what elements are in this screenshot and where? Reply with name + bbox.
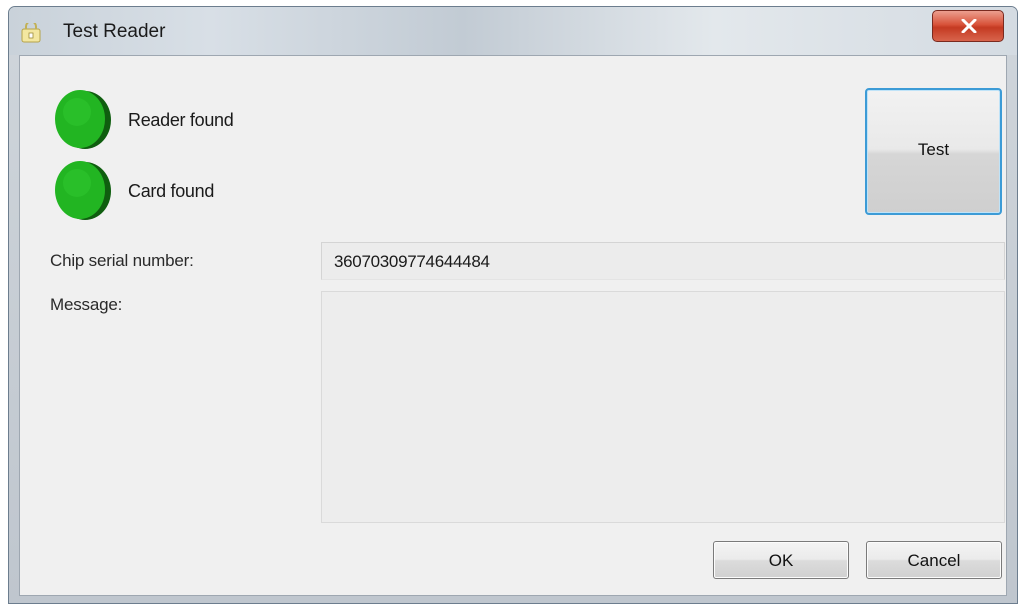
cancel-button[interactable]: Cancel — [866, 541, 1002, 579]
ok-button[interactable]: OK — [713, 541, 849, 579]
reader-status-label: Reader found — [128, 110, 234, 130]
chip-serial-field[interactable]: 36070309774644484 — [321, 242, 1005, 280]
test-button[interactable]: Test — [865, 88, 1002, 215]
test-reader-window: Test Reader Reader found Card found Test… — [8, 6, 1018, 604]
chip-serial-label: Chip serial number: — [50, 251, 194, 270]
message-label: Message: — [50, 295, 123, 314]
message-field[interactable] — [321, 291, 1005, 523]
window-title: Test Reader — [63, 21, 166, 42]
ok-button-label: OK — [768, 551, 794, 570]
close-icon — [961, 19, 977, 33]
test-button-label: Test — [917, 140, 950, 159]
reader-status-led-icon — [55, 90, 111, 149]
close-button[interactable] — [932, 10, 1004, 42]
chip-serial-value: 36070309774644484 — [334, 252, 490, 271]
app-icon — [21, 23, 41, 43]
dialog-body: Reader found Card found Test Chip serial… — [19, 55, 1007, 596]
cancel-button-label: Cancel — [907, 551, 961, 570]
card-status-led-icon — [55, 161, 111, 220]
title-bar[interactable]: Test Reader — [9, 7, 1017, 55]
card-status-label: Card found — [128, 181, 215, 201]
